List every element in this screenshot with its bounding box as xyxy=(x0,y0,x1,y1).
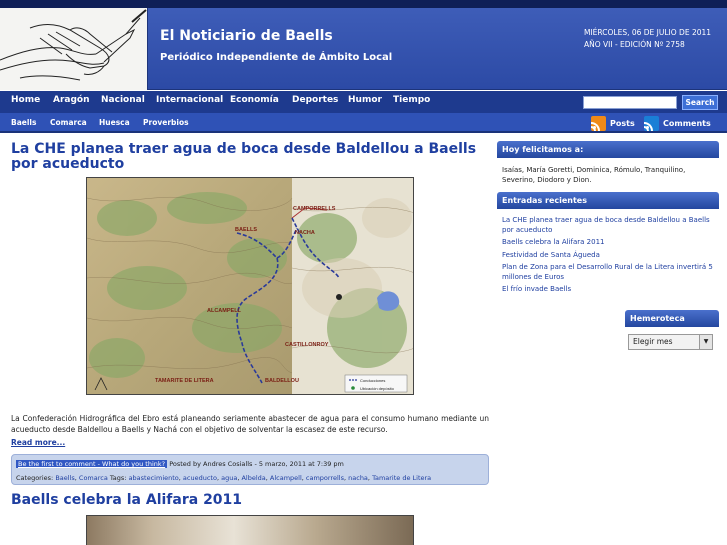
tag-link[interactable]: abastecimiento xyxy=(129,474,179,482)
nav-home[interactable]: Home xyxy=(11,95,40,105)
tag-link[interactable]: Alcampell xyxy=(270,474,302,482)
tags-label: Tags: xyxy=(109,474,127,482)
recent-post-link[interactable]: Baells celebra la Alifara 2011 xyxy=(502,238,717,248)
nav-aragon[interactable]: Aragón xyxy=(53,95,90,105)
posted-by: Posted by Andres Cosialls - 5 marzo, 201… xyxy=(169,460,344,468)
aqueduct-map: CAMPORRELLS BAELLS NACHA ALCAMPELL CASTI… xyxy=(87,178,413,394)
tag-link[interactable]: nacha xyxy=(348,474,368,482)
subnav-comarca[interactable]: Comarca xyxy=(50,118,87,127)
comments-feed-label: Comments xyxy=(663,118,711,128)
map-legend-conducciones: Conducciones xyxy=(360,378,385,383)
subnav-proverbios[interactable]: Proverbios xyxy=(143,118,189,127)
post-taxonomy: Categories: Baells, Comarca Tags: abaste… xyxy=(16,474,432,482)
comments-feed-link[interactable]: Comments xyxy=(644,115,711,131)
comment-link[interactable]: Be the first to comment - What do you th… xyxy=(16,460,168,468)
top-strip xyxy=(0,0,727,8)
recent-post-link[interactable]: Festividad de Santa Águeda xyxy=(502,251,717,261)
tag-link[interactable]: Tamarite de Litera xyxy=(372,474,431,482)
tag-link[interactable]: agua xyxy=(221,474,237,482)
archive-select-value: Elegir mes xyxy=(633,337,673,346)
subnav-baells[interactable]: Baells xyxy=(11,118,36,127)
map-label-castillonroy: CASTILLONROY xyxy=(285,342,329,348)
post-image-2[interactable] xyxy=(86,515,414,545)
search-button[interactable]: Search xyxy=(682,95,718,110)
map-label-nacha: NACHA xyxy=(295,230,315,236)
tag-link[interactable]: acueducto xyxy=(183,474,217,482)
recent-posts-list: La CHE planea traer agua de boca desde B… xyxy=(502,216,717,298)
map-label-baells: BAELLS xyxy=(235,227,257,233)
chevron-down-icon: ▼ xyxy=(699,335,712,349)
recent-post-link[interactable]: El frío invade Baells xyxy=(502,285,717,295)
nav-deportes[interactable]: Deportes xyxy=(292,95,338,105)
map-label-camporrells: CAMPORRELLS xyxy=(293,206,336,212)
site-title[interactable]: El Noticiario de Baells xyxy=(160,28,333,44)
map-label-tamarite: TAMARITE DE LITERA xyxy=(155,378,214,384)
map-label-baldellou: BALDELLOU xyxy=(265,378,299,384)
archive-title: Hemeroteca xyxy=(625,310,719,327)
subnav-huesca[interactable]: Huesca xyxy=(99,118,130,127)
main-navigation: Home Aragón Nacional Internacional Econo… xyxy=(0,91,727,113)
tag-link[interactable]: camporrells xyxy=(306,474,344,482)
date-edition: MIÉRCOLES, 06 DE JULIO DE 2011 AÑO VII -… xyxy=(584,27,711,51)
rss-icon xyxy=(591,115,606,131)
recent-post-link[interactable]: La CHE planea traer agua de boca desde B… xyxy=(502,216,717,235)
post-map-image[interactable]: CAMPORRELLS BAELLS NACHA ALCAMPELL CASTI… xyxy=(86,177,414,395)
posts-feed-link[interactable]: Posts xyxy=(591,115,635,131)
post-excerpt: La Confederación Hidrográfica del Ebro e… xyxy=(11,414,489,434)
category-link[interactable]: Baells xyxy=(55,474,74,482)
map-legend-deposito: Ubicación depósito xyxy=(360,386,395,391)
map-label-alcampell: ALCAMPELL xyxy=(207,308,242,314)
rss-comments-icon xyxy=(644,115,659,131)
hand-writing-illustration xyxy=(0,9,147,81)
sub-navigation: Baells Comarca Huesca Proverbios Posts C… xyxy=(0,113,727,133)
category-link[interactable]: Comarca xyxy=(79,474,108,482)
edition-number: AÑO VII - EDICIÓN Nº 2758 xyxy=(584,40,685,49)
site-logo[interactable] xyxy=(0,8,148,90)
congrats-widget-title: Hoy felicitamos a: xyxy=(497,141,719,158)
post-title-2[interactable]: Baells celebra la Alifara 2011 xyxy=(11,493,242,508)
site-header: El Noticiario de Baells Periódico Indepe… xyxy=(0,8,727,90)
tag-link[interactable]: Albelda xyxy=(241,474,265,482)
search-input[interactable] xyxy=(583,96,677,109)
post-meta-line: Be the first to comment - What do you th… xyxy=(16,460,344,468)
post-meta: Be the first to comment - What do you th… xyxy=(11,454,489,485)
categories-label: Categories: xyxy=(16,474,54,482)
recent-post-link[interactable]: Plan de Zona para el Desarrollo Rural de… xyxy=(502,263,717,282)
nav-humor[interactable]: Humor xyxy=(348,95,382,105)
recent-posts-title: Entradas recientes xyxy=(497,192,719,209)
site-tagline: Periódico Independiente de Ámbito Local xyxy=(160,52,393,63)
nav-internacional[interactable]: Internacional xyxy=(156,95,223,105)
current-date: MIÉRCOLES, 06 DE JULIO DE 2011 xyxy=(584,28,712,37)
congrats-names: Isaías, María Goretti, Dominica, Rómulo,… xyxy=(502,166,686,184)
posts-feed-label: Posts xyxy=(610,118,635,128)
nav-nacional[interactable]: Nacional xyxy=(101,95,145,105)
nav-economia[interactable]: Economía xyxy=(230,95,279,105)
post-title[interactable]: La CHE planea traer agua de boca desde B… xyxy=(11,142,489,172)
archive-month-select[interactable]: Elegir mes ▼ xyxy=(628,334,713,350)
read-more-link[interactable]: Read more... xyxy=(11,438,65,447)
nav-tiempo[interactable]: Tiempo xyxy=(393,95,430,105)
